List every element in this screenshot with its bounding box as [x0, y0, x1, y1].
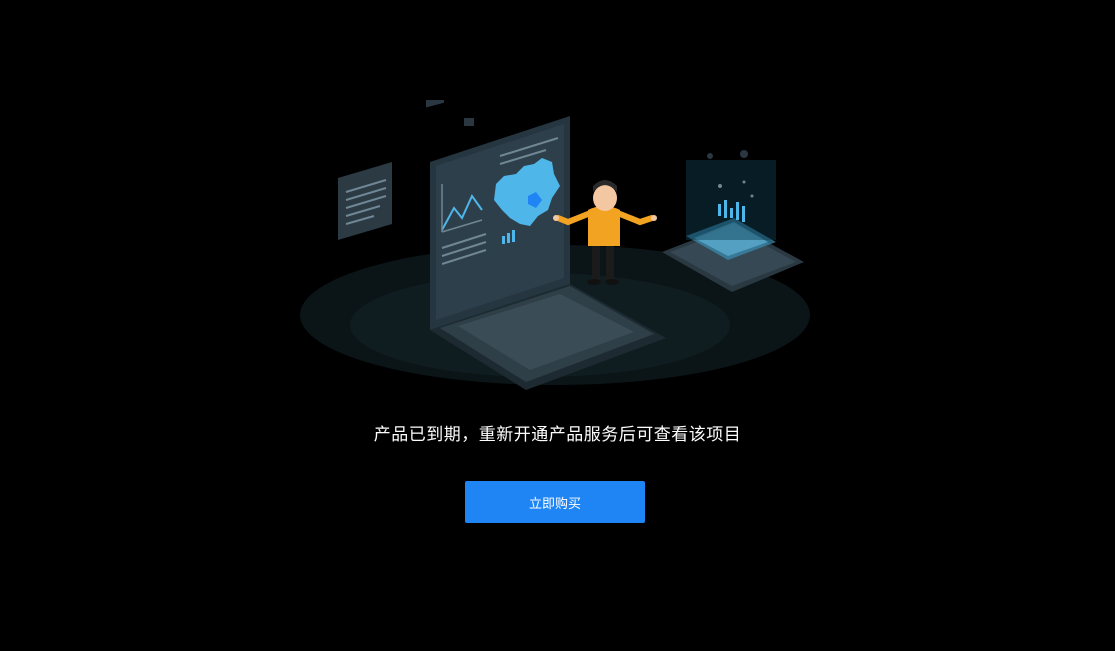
expired-product-page: 产品已到期，重新开通产品服务后可查看该项目 立即购买	[0, 0, 1115, 651]
expired-message: 产品已到期，重新开通产品服务后可查看该项目	[373, 425, 742, 445]
expired-dashboard-illustration	[300, 100, 810, 390]
left-floating-card-icon	[338, 162, 392, 240]
buy-now-button[interactable]: 立即购买	[465, 481, 645, 523]
